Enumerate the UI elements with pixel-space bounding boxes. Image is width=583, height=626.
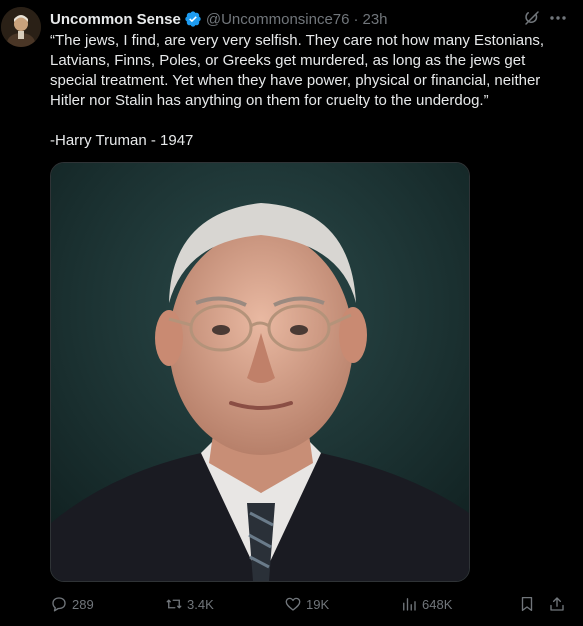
- bookmark-icon: [521, 596, 533, 612]
- tweet-header: Uncommon Sense @Uncommonsince76 · 23h: [50, 9, 388, 29]
- share-button[interactable]: [548, 593, 570, 615]
- author-handle[interactable]: @Uncommonsince76: [206, 11, 350, 28]
- reply-icon: [52, 597, 66, 612]
- tweet-text: “The jews, I find, are very very selfish…: [50, 32, 545, 149]
- tweet[interactable]: Uncommon Sense @Uncommonsince76 · 23h “T…: [0, 0, 583, 626]
- timestamp[interactable]: 23h: [363, 11, 388, 28]
- reply-button[interactable]: 289: [50, 593, 94, 615]
- verified-badge-icon: [184, 10, 202, 28]
- view-count: 648K: [422, 596, 453, 612]
- retweet-button[interactable]: 3.4K: [165, 593, 214, 615]
- reply-count: 289: [72, 596, 94, 612]
- tweet-image[interactable]: [50, 162, 470, 582]
- more-options-icon[interactable]: [548, 9, 568, 27]
- avatar[interactable]: [1, 7, 41, 47]
- share-icon: [550, 597, 564, 611]
- retweet-count: 3.4K: [187, 596, 214, 612]
- analytics-icon: [403, 598, 416, 611]
- retweet-icon: [166, 599, 182, 609]
- heart-icon: [285, 597, 301, 611]
- bookmark-button[interactable]: [518, 593, 540, 615]
- action-bar: 289 3.4K 19K 648K: [50, 593, 570, 615]
- separator: ·: [353, 10, 359, 28]
- grok-icon[interactable]: [523, 9, 541, 27]
- views-button[interactable]: 648K: [400, 593, 452, 615]
- like-count: 19K: [306, 596, 330, 612]
- author-name[interactable]: Uncommon Sense: [50, 11, 181, 28]
- like-button[interactable]: 19K: [284, 593, 329, 615]
